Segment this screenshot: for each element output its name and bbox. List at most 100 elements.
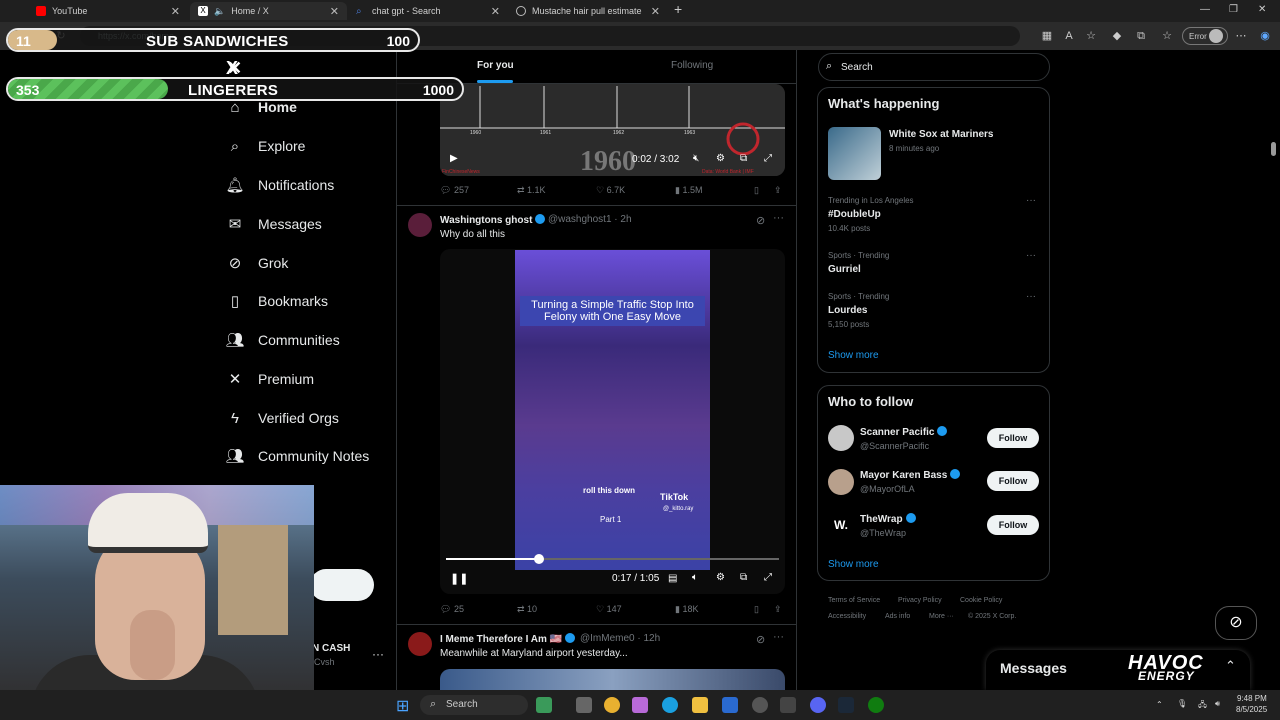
author-handle[interactable]: @ImMeme0: [580, 633, 635, 644]
grok-explain-icon[interactable]: ⊘: [756, 633, 765, 646]
post3-media[interactable]: [440, 669, 785, 690]
more-icon[interactable]: ⋯: [1234, 29, 1248, 43]
fullscreen-icon[interactable]: ⤢: [764, 572, 772, 583]
copilot-icon[interactable]: ◉: [1258, 29, 1272, 43]
scrollbar-thumb[interactable]: [1271, 142, 1276, 156]
follow-button[interactable]: Follow: [987, 515, 1039, 535]
app-icon[interactable]: [780, 697, 796, 713]
footer-accessibility[interactable]: Accessibility: [828, 613, 866, 620]
chevron-up-icon[interactable]: ⌃: [1225, 658, 1236, 674]
taskbar-search[interactable]: Search: [420, 695, 528, 715]
trend-name[interactable]: Lourdes: [828, 305, 867, 316]
event-title[interactable]: White Sox at Mariners: [889, 129, 993, 140]
close-icon[interactable]: ✕: [491, 5, 500, 18]
maximize-icon[interactable]: ❐: [1229, 4, 1238, 15]
widgets-icon[interactable]: [536, 697, 552, 713]
views-button[interactable]: ▮ 18K: [675, 604, 698, 615]
views-button[interactable]: ▮ 1.5M: [675, 185, 702, 196]
captions-icon[interactable]: ▤: [668, 573, 677, 584]
xbox-icon[interactable]: [868, 697, 884, 713]
window-close-icon[interactable]: ✕: [1258, 4, 1266, 15]
discord-icon[interactable]: [810, 697, 826, 713]
settings-icon[interactable]: ⚙: [716, 153, 725, 164]
like-button[interactable]: ♡ 6.7K: [596, 185, 625, 196]
tab-chat-gpt-search[interactable]: ⌕ chat gpt - Search ✕: [348, 2, 508, 20]
post-button[interactable]: [310, 569, 374, 601]
author-handle[interactable]: @washghost1: [548, 214, 612, 225]
footer-privacy[interactable]: Privacy Policy: [898, 597, 942, 604]
mic-icon[interactable]: 🎙︎: [1177, 699, 1187, 708]
volume-icon[interactable]: 🔊︎: [1215, 699, 1220, 709]
share-icon[interactable]: ⇪: [774, 185, 782, 196]
close-icon[interactable]: ✕: [171, 5, 180, 18]
post-age[interactable]: 2h: [620, 214, 631, 225]
post1-video[interactable]: 1960 1961 1962 1963 1960 FinChineseNews …: [440, 84, 785, 176]
more-icon[interactable]: ···: [1026, 250, 1036, 261]
edge-icon[interactable]: [662, 697, 678, 713]
play-icon[interactable]: ▶: [450, 153, 458, 164]
bookmark-icon[interactable]: ▯: [754, 604, 759, 615]
x-logo-icon[interactable]: ✕: [227, 58, 242, 79]
nav-notifications[interactable]: 🔔︎ Notifications: [225, 170, 334, 200]
nav-grok[interactable]: ⊘ Grok: [226, 248, 289, 278]
repost-button[interactable]: ⇄ 10: [517, 604, 537, 615]
account-more-icon[interactable]: ···: [372, 647, 384, 661]
bookmark-icon[interactable]: ▯: [754, 185, 759, 196]
tab-x-home[interactable]: X 🔈 Home / X ✕: [190, 2, 347, 20]
settings-icon[interactable]: ⚙: [716, 572, 725, 583]
tab-mustache[interactable]: Mustache hair pull estimate ✕: [508, 2, 668, 20]
speaker-icon[interactable]: 🔈: [214, 6, 225, 17]
task-view-icon[interactable]: [576, 697, 592, 713]
tab-youtube[interactable]: YouTube ✕: [28, 2, 188, 20]
pip-icon[interactable]: ⧉: [740, 153, 747, 164]
footer-more[interactable]: More ···: [929, 613, 954, 620]
store-icon[interactable]: [722, 697, 738, 713]
footer-ads-info[interactable]: Ads info: [885, 613, 910, 620]
fullscreen-icon[interactable]: ⤢: [764, 153, 772, 164]
minimize-icon[interactable]: —: [1200, 4, 1210, 15]
favorites-icon[interactable]: ☆: [1160, 29, 1174, 43]
follow-name[interactable]: Scanner Pacific: [860, 426, 950, 438]
chevron-up-icon[interactable]: ⌃: [1156, 700, 1163, 709]
obs-icon[interactable]: [752, 697, 768, 713]
network-icon[interactable]: 🖧︎: [1198, 699, 1207, 713]
avatar[interactable]: [828, 425, 854, 451]
extension-icon[interactable]: ◆: [1110, 29, 1124, 43]
more-icon[interactable]: ···: [773, 212, 784, 224]
more-icon[interactable]: ···: [1026, 195, 1036, 206]
close-icon[interactable]: ✕: [330, 5, 339, 18]
app-icon[interactable]: [632, 697, 648, 713]
show-more-link[interactable]: Show more: [828, 559, 879, 570]
nav-verified-orgs[interactable]: ϟ Verified Orgs: [226, 403, 339, 433]
new-tab-icon[interactable]: +: [674, 1, 682, 17]
nav-premium[interactable]: ✕ Premium: [226, 364, 314, 394]
favorite-icon[interactable]: ☆: [1084, 29, 1098, 43]
post-author[interactable]: I Meme Therefore I Am 🇺🇸: [440, 633, 578, 645]
like-button[interactable]: ♡ 147: [596, 604, 622, 615]
account-name[interactable]: N CASH: [312, 643, 350, 654]
reply-button[interactable]: 💬︎ 257: [440, 185, 469, 196]
follow-button[interactable]: Follow: [987, 471, 1039, 491]
reply-button[interactable]: 💬︎ 25: [440, 604, 464, 615]
event-image[interactable]: [828, 127, 881, 180]
file-explorer-icon[interactable]: [692, 697, 708, 713]
pause-icon[interactable]: ❚❚: [450, 572, 468, 585]
post-author[interactable]: Washingtons ghost: [440, 214, 548, 226]
clock-date[interactable]: 8/5/2025: [1236, 705, 1267, 714]
avatar[interactable]: [408, 213, 432, 237]
search-input[interactable]: Search: [818, 53, 1050, 81]
trend-name[interactable]: #DoubleUp: [828, 209, 881, 220]
trend-name[interactable]: Gurriel: [828, 264, 861, 275]
nav-messages[interactable]: ✉ Messages: [226, 209, 322, 239]
clock-time[interactable]: 9:48 PM: [1237, 694, 1267, 703]
puzzle-icon[interactable]: ⧉: [1134, 29, 1148, 43]
follow-name[interactable]: TheWrap: [860, 513, 919, 525]
windows-start-icon[interactable]: ⊞: [396, 696, 409, 716]
read-aloud-icon[interactable]: A: [1062, 29, 1076, 43]
nav-communities[interactable]: 👥︎ Communities: [225, 325, 339, 355]
close-icon[interactable]: ✕: [651, 5, 660, 18]
chrome-icon[interactable]: [604, 697, 620, 713]
follow-name[interactable]: Mayor Karen Bass: [860, 469, 963, 481]
mute-icon[interactable]: 🔇︎: [693, 153, 699, 164]
repost-button[interactable]: ⇄ 1.1K: [517, 185, 546, 196]
